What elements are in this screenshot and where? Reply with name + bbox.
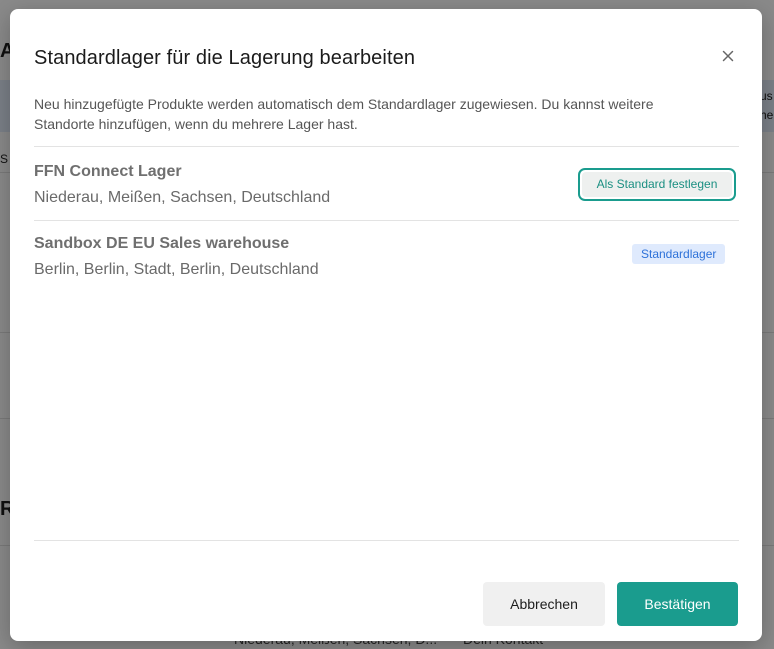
confirm-button[interactable]: Bestätigen — [617, 582, 738, 626]
warehouse-name: FFN Connect Lager — [34, 163, 182, 180]
set-as-default-label: Als Standard festlegen — [582, 172, 732, 197]
close-icon — [722, 50, 734, 62]
divider — [34, 220, 739, 221]
warehouse-address: Berlin, Berlin, Stadt, Berlin, Deutschla… — [34, 261, 319, 278]
dialog-description: Neu hinzugefügte Produkte werden automat… — [34, 96, 654, 132]
footer-divider — [34, 540, 739, 541]
dialog-title: Standardlager für die Lagerung bearbeite… — [34, 47, 416, 69]
divider — [34, 146, 739, 147]
set-as-default-button[interactable]: Als Standard festlegen — [578, 168, 736, 201]
default-warehouse-badge: Standardlager — [632, 244, 726, 264]
cancel-button[interactable]: Abbrechen — [483, 582, 605, 626]
warehouse-address: Niederau, Meißen, Sachsen, Deutschland — [34, 189, 331, 206]
edit-default-warehouse-dialog: Standardlager für die Lagerung bearbeite… — [10, 9, 762, 641]
close-button[interactable] — [716, 44, 740, 68]
warehouse-name: Sandbox DE EU Sales warehouse — [34, 235, 290, 252]
